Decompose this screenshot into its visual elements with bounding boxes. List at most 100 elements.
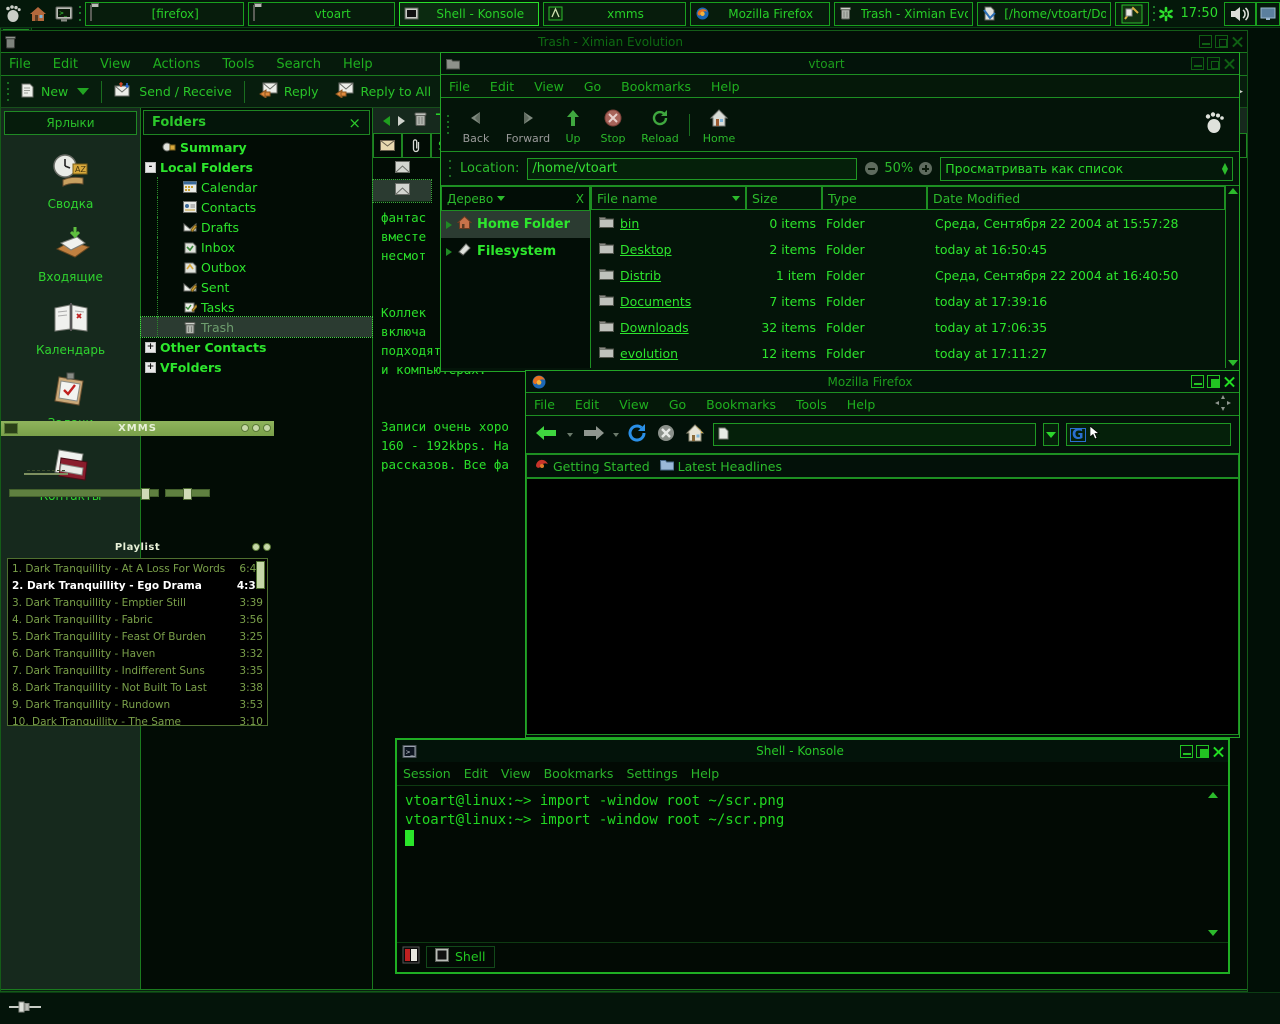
folder-tree[interactable]: Summary - Local Folders Calendar Contacts Dra… (140, 137, 373, 377)
zoom-control[interactable]: 50% (865, 161, 933, 176)
table-row[interactable]: Desktop 2 items Folder today at 16:50:45 (591, 236, 1225, 262)
maximize-button[interactable] (1207, 375, 1220, 388)
folder-item-outbox[interactable]: Outbox (141, 257, 372, 277)
menu-bookmarks[interactable]: Bookmarks (621, 79, 691, 94)
folder-item-tasks[interactable]: Tasks (141, 297, 372, 317)
shade-button[interactable] (252, 543, 260, 551)
file-name-label[interactable]: Distrib (620, 268, 661, 283)
tree-expander-icon[interactable] (446, 247, 452, 256)
menu-help[interactable]: Help (847, 397, 876, 412)
stop-button[interactable] (655, 422, 677, 447)
firefox-window[interactable]: Mozilla Firefox File Edit View Go Bookma… (525, 370, 1240, 738)
close-button[interactable] (1231, 35, 1244, 48)
forward-button[interactable]: Forward (502, 105, 554, 145)
taskbar-task-konsole[interactable]: Shell - Konsole (399, 1, 540, 26)
up-button[interactable]: Up (554, 105, 592, 145)
list-item[interactable]: 7. Dark Tranquillity - Indifferent Suns 3… (12, 663, 263, 680)
scroll-down-icon[interactable] (1208, 930, 1218, 936)
playlist-track-list[interactable]: 1. Dark Tranquillity - At A Loss For Wor… (7, 558, 268, 726)
tray-display-icon[interactable] (1255, 1, 1280, 26)
playlist-window-buttons[interactable] (252, 543, 271, 551)
konsole-window-buttons[interactable] (1180, 744, 1225, 758)
folder-item-calendar[interactable]: Calendar (141, 177, 372, 197)
column-header-file-name[interactable]: File name (591, 186, 746, 210)
file-name-label[interactable]: evolution (620, 346, 678, 361)
menu-help[interactable]: Help (343, 57, 373, 72)
menu-edit[interactable]: Edit (575, 397, 599, 412)
menu-help[interactable]: Help (691, 766, 720, 781)
firefox-titlebar[interactable]: Mozilla Firefox (526, 371, 1239, 392)
folder-item-sent[interactable]: Sent (141, 277, 372, 297)
attachment-icon[interactable] (402, 133, 431, 158)
zoom-out-icon[interactable] (865, 162, 879, 175)
tray-volume-icon[interactable] (1223, 1, 1256, 26)
xmms-menu-icon[interactable] (4, 423, 18, 434)
konsole-menubar[interactable]: Session Edit View Bookmarks Settings Hel… (397, 762, 1228, 786)
close-button[interactable] (263, 543, 271, 551)
nautilus-toolbar[interactable]: Back Forward Up Stop Reload Home (441, 98, 1239, 152)
new-button[interactable]: New (13, 81, 95, 103)
file-name-label[interactable]: Documents (620, 294, 691, 309)
file-name-label[interactable]: bin (620, 216, 639, 231)
toolbar-grip[interactable] (5, 81, 10, 103)
forward-dropdown-icon[interactable] (613, 432, 619, 437)
reload-button[interactable]: Reload (634, 105, 686, 145)
list-item[interactable]: 3. Dark Tranquillity - Emptier Still 3:39 (12, 595, 263, 612)
back-arrow-icon[interactable] (383, 115, 390, 126)
list-item[interactable]: 5. Dark Tranquillity - Feast Of Burden 3:… (12, 629, 263, 646)
scroll-down-icon[interactable] (1227, 360, 1238, 366)
gnome-foot-launcher-icon[interactable] (0, 1, 26, 27)
list-item[interactable]: 8. Dark Tranquillity - Not Built To Last… (12, 680, 263, 697)
menu-file[interactable]: File (449, 79, 470, 94)
firefox-content-area[interactable] (526, 478, 1239, 735)
minimize-button[interactable] (241, 424, 249, 432)
close-button[interactable] (1223, 57, 1236, 70)
nautilus-window[interactable]: vtoart File Edit View Go Bookmarks Help … (440, 52, 1240, 372)
menu-edit[interactable]: Edit (53, 57, 78, 72)
tray-pager-icon[interactable] (1115, 1, 1149, 26)
back-button[interactable] (534, 422, 560, 447)
folder-item-summary[interactable]: Summary (141, 137, 372, 157)
menu-bookmarks[interactable]: Bookmarks (706, 397, 776, 412)
location-input[interactable]: /home/vtoart (527, 157, 858, 180)
volume-thumb[interactable] (141, 488, 150, 500)
forward-arrow-icon[interactable] (398, 115, 405, 126)
menu-bookmarks[interactable]: Bookmarks (544, 766, 614, 781)
list-item[interactable]: 1. Dark Tranquillity - At A Loss For Wor… (12, 561, 263, 578)
scroll-up-icon[interactable] (1227, 188, 1238, 194)
scroll-up-icon[interactable] (1208, 792, 1218, 798)
menu-settings[interactable]: Settings (626, 766, 677, 781)
taskbar-task-firefox-window[interactable]: [firefox] (84, 1, 244, 26)
chevron-down-icon[interactable] (77, 88, 90, 95)
table-row[interactable]: evolution 12 items Folder today at 17:11:27 (591, 340, 1225, 366)
balance-thumb[interactable] (183, 488, 192, 500)
menu-view[interactable]: View (501, 766, 531, 781)
taskbar-task-xmms[interactable]: xmms (543, 1, 686, 26)
konsole-window[interactable]: >_ Shell - Konsole Session Edit View Boo… (395, 738, 1230, 974)
xmms-spectrum-display[interactable] (24, 470, 69, 475)
file-name-cell[interactable]: evolution (591, 345, 746, 362)
table-row[interactable] (372, 179, 432, 203)
konsole-terminal[interactable]: vtoart@linux:~> import -window root ~/sc… (397, 786, 1228, 942)
back-dropdown-icon[interactable] (567, 432, 573, 437)
file-name-label[interactable]: Desktop (620, 242, 672, 257)
new-session-icon[interactable] (402, 946, 420, 967)
terminal-launcher-icon[interactable]: >_ (51, 1, 77, 27)
sidebar-item-summary[interactable]: AZ Сводка (1, 150, 140, 211)
list-item[interactable]: 2. Dark Tranquillity - Ego Drama 4:34 (12, 578, 263, 595)
menu-go[interactable]: Go (669, 397, 686, 412)
nautilus-menubar[interactable]: File Edit View Go Bookmarks Help (441, 74, 1239, 98)
firefox-menubar[interactable]: File Edit View Go Bookmarks Tools Help (526, 392, 1239, 416)
zoom-in-icon[interactable] (919, 162, 933, 175)
playlist-scrollbar-thumb[interactable] (256, 561, 265, 589)
session-tab-shell[interactable]: Shell (426, 945, 495, 968)
list-item[interactable]: 6. Dark Tranquillity - Haven 3:32 (12, 646, 263, 663)
folder-item-other-contacts[interactable]: + Other Contacts (141, 337, 372, 357)
file-list-scrollbar[interactable] (1225, 186, 1239, 368)
file-name-cell[interactable]: Documents (591, 293, 746, 310)
sidebar-item-filesystem[interactable]: Filesystem (441, 238, 590, 265)
bookmark-latest-headlines[interactable]: Latest Headlines (659, 459, 782, 474)
menu-tools[interactable]: Tools (796, 397, 827, 412)
google-icon[interactable]: G (1070, 427, 1086, 442)
file-list-header[interactable]: File name Size Type Date Modified (591, 186, 1225, 210)
